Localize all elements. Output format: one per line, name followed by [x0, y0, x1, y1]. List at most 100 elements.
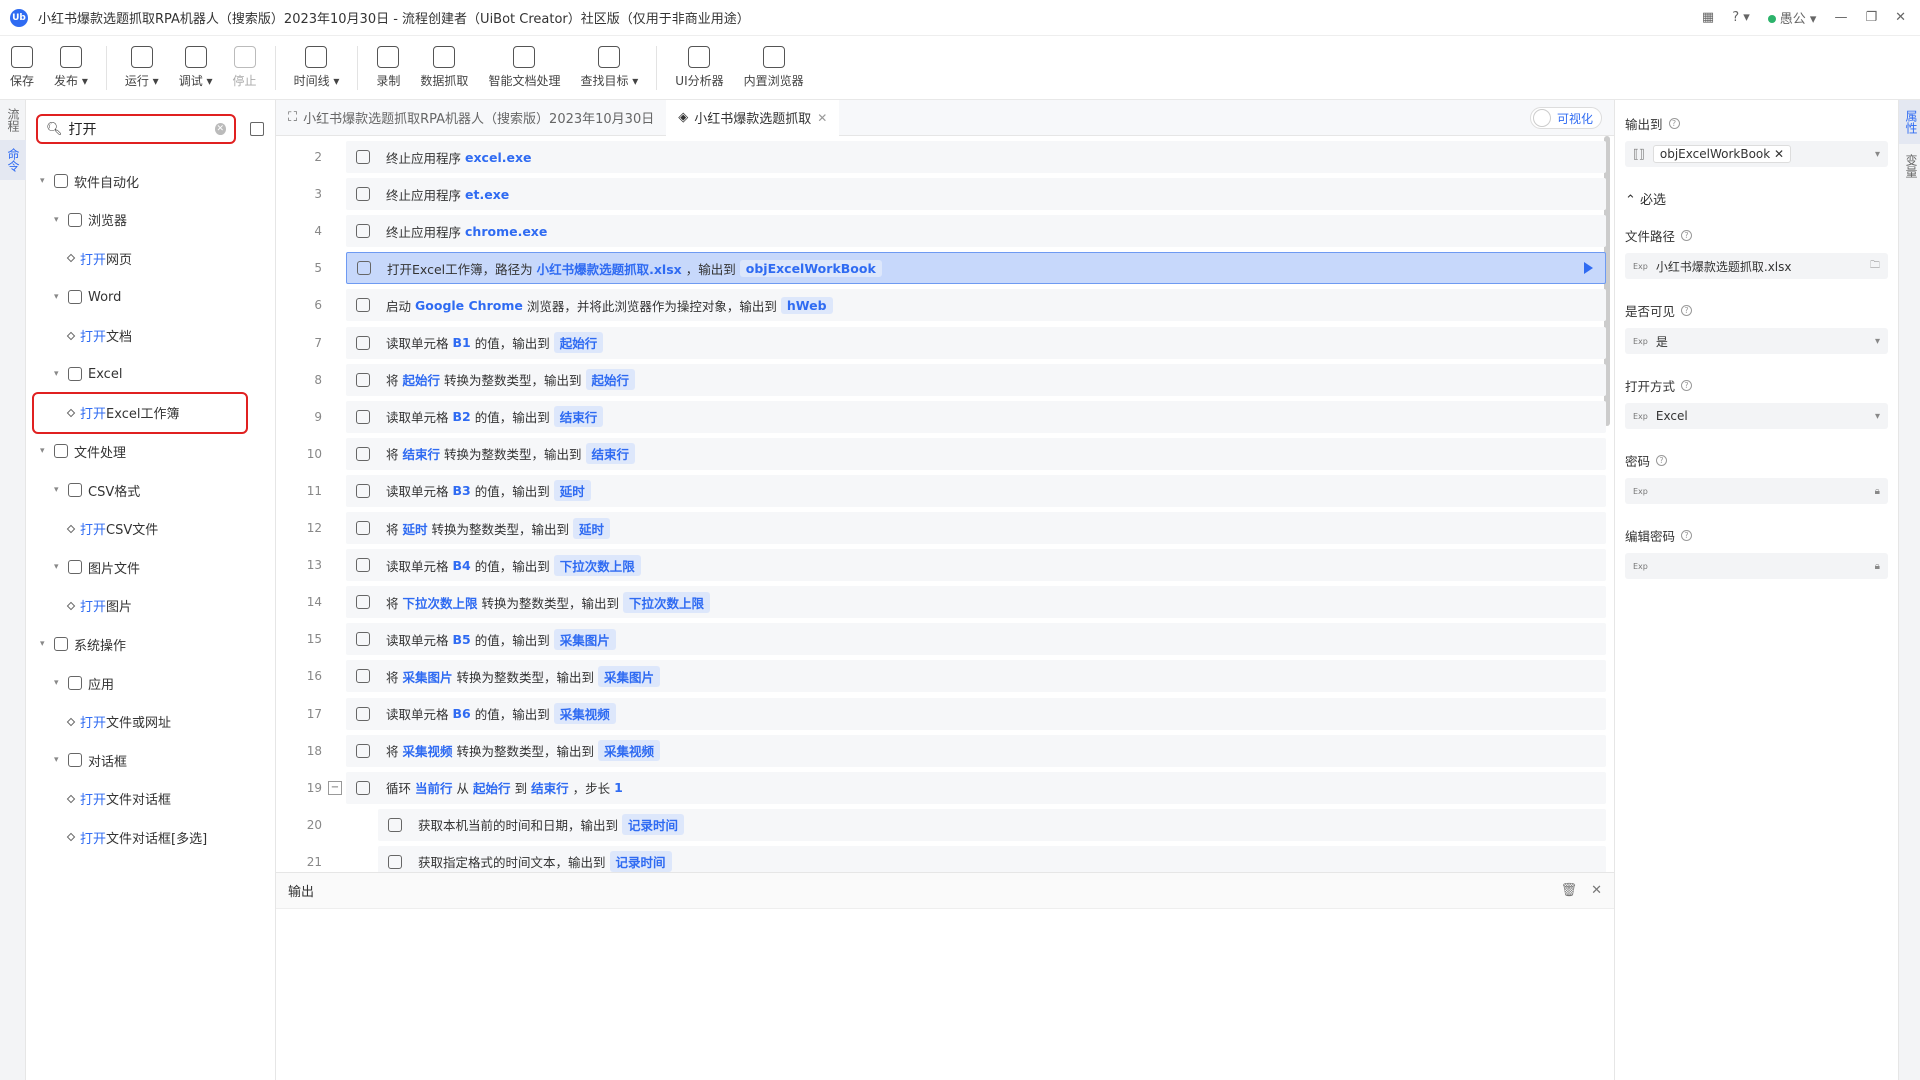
close-icon[interactable]: ✕	[1591, 883, 1602, 898]
data-scrape-button[interactable]: 数据抓取	[410, 38, 478, 98]
statement-param[interactable]: 结束行	[531, 778, 569, 797]
minimize-button[interactable]: —	[1834, 10, 1847, 25]
tree-category[interactable]: ▾ 系统操作	[26, 625, 276, 664]
close-tab-icon[interactable]: ✕	[817, 111, 827, 125]
tab-variables[interactable]: 变量	[1899, 144, 1920, 188]
clear-search-icon[interactable]: ✕	[214, 123, 226, 135]
flow-line[interactable]: 14 将下拉次数上限 转换为整数类型，输出到 下拉次数上限	[276, 585, 1606, 619]
edit-password-field[interactable]: Exp 🔒︎	[1625, 553, 1888, 579]
statement-block[interactable]: 将采集视频 转换为整数类型，输出到 采集视频	[346, 734, 1606, 767]
command-item[interactable]: 打开 CSV文件	[26, 509, 276, 548]
chevron-down-icon[interactable]: ▾	[40, 446, 54, 456]
flow-line[interactable]: 12 将延时 转换为整数类型，输出到 延时	[276, 511, 1606, 545]
user-menu[interactable]: 愚公 ▾	[1767, 8, 1816, 27]
statement-param[interactable]: 小红书爆款选题抓取.xlsx	[537, 259, 682, 278]
statement-param[interactable]: 当前行	[415, 778, 453, 797]
output-variable[interactable]: 结束行	[585, 443, 636, 465]
lock-icon[interactable]: 🔒︎	[1875, 486, 1880, 497]
flow-line[interactable]: 4 终止应用程序 chrome.exe	[276, 214, 1606, 248]
statement-block[interactable]: 终止应用程序 chrome.exe	[346, 215, 1606, 248]
output-variable[interactable]: 下拉次数上限	[623, 591, 711, 613]
help-icon[interactable]: ?	[1681, 380, 1693, 391]
flow-line[interactable]: 7 读取单元格 B1 的值，输出到 起始行	[276, 326, 1606, 360]
lock-icon[interactable]: 🔒︎	[1875, 561, 1880, 572]
flow-line[interactable]: 5 打开Excel工作簿，路径为 小红书爆款选题抓取.xlsx ，输出到 objExce…	[276, 251, 1606, 285]
statement-param[interactable]: chrome.exe	[465, 224, 547, 239]
statement-block[interactable]: 读取单元格 B3 的值，输出到 延时	[346, 474, 1606, 507]
statement-block[interactable]: 读取单元格 B2 的值，输出到 结束行	[346, 400, 1606, 433]
stop-button[interactable]: 停止	[223, 38, 267, 98]
chevron-down-icon[interactable]: ▾	[54, 678, 68, 688]
chevron-down-icon[interactable]: ▾	[40, 639, 54, 649]
help-icon[interactable]: ?	[1656, 455, 1668, 466]
output-variable[interactable]: hWeb	[780, 296, 833, 314]
flow-line[interactable]: 15 读取单元格 B5 的值，输出到 采集图片	[276, 622, 1606, 656]
tree-category[interactable]: ▾ 图片文件	[26, 548, 276, 587]
statement-block[interactable]: 读取单元格 B1 的值，输出到 起始行	[346, 326, 1606, 359]
statement-block[interactable]: 将延时 转换为整数类型，输出到 延时	[346, 512, 1606, 544]
statement-block[interactable]: 获取指定格式的时间文本，输出到 记录时间	[378, 845, 1606, 872]
tree-category[interactable]: ▾ Excel	[26, 355, 276, 394]
output-variable[interactable]: objExcelWorkBook	[739, 259, 882, 277]
statement-param[interactable]: 采集图片	[403, 667, 453, 686]
visible-select[interactable]: Exp 是 ▾	[1625, 328, 1888, 354]
flow-line[interactable]: 19− 循环 当前行从起始行到结束行 ，步长 1	[276, 771, 1606, 805]
statement-param[interactable]: 延时	[403, 519, 428, 538]
visualize-toggle[interactable]: 可视化	[1529, 107, 1602, 129]
output-variable[interactable]: 延时	[553, 480, 591, 502]
statement-block[interactable]: 打开Excel工作簿，路径为 小红书爆款选题抓取.xlsx ，输出到 objExcel…	[346, 252, 1606, 285]
tree-category[interactable]: ▾ 软件自动化	[26, 162, 276, 201]
ai-doc-button[interactable]: 智能文档处理	[478, 38, 570, 98]
tree-category[interactable]: ▾ 文件处理	[26, 432, 276, 471]
statement-param[interactable]: B1	[453, 335, 471, 350]
output-variable[interactable]: 记录时间	[609, 851, 672, 872]
flow-line[interactable]: 10 将结束行 转换为整数类型，输出到 结束行	[276, 437, 1606, 471]
statement-block[interactable]: 读取单元格 B6 的值，输出到 采集视频	[346, 697, 1606, 730]
statement-param[interactable]: B4	[453, 558, 471, 573]
statement-block[interactable]: 读取单元格 B5 的值，输出到 采集图片	[346, 623, 1606, 656]
statement-block[interactable]: 将结束行 转换为整数类型，输出到 结束行	[346, 437, 1606, 470]
statement-block[interactable]: 读取单元格 B4 的值，输出到 下拉次数上限	[346, 549, 1606, 582]
chevron-down-icon[interactable]: ▾	[54, 215, 68, 225]
chevron-down-icon[interactable]: ▾	[54, 562, 68, 572]
ui-analyzer-button[interactable]: UI分析器	[665, 38, 733, 98]
chevron-down-icon[interactable]: ▾	[1875, 336, 1880, 347]
statement-param[interactable]: 1	[614, 780, 623, 795]
command-item[interactable]: 打开 文件或网址	[26, 702, 276, 741]
run-button[interactable]: 运行 ▾	[115, 38, 169, 98]
close-button[interactable]: ✕	[1895, 10, 1906, 25]
file-path-field[interactable]: Exp 小红书爆款选题抓取.xlsx 🗀︎	[1625, 253, 1888, 279]
command-item[interactable]: 打开 文档	[26, 316, 276, 355]
statement-param[interactable]: B5	[453, 632, 471, 647]
restore-button[interactable]: ❐	[1865, 10, 1877, 25]
statement-block[interactable]: 终止应用程序 excel.exe	[346, 141, 1606, 173]
output-variable[interactable]: 采集视频	[553, 703, 616, 724]
collapse-block-icon[interactable]: −	[328, 780, 342, 795]
flow-line[interactable]: 6 启动 Google Chrome 浏览器，并将此浏览器作为操控对象，输出到 hWeb	[276, 288, 1606, 322]
command-item[interactable]: 打开 文件对话框[多选]	[26, 818, 276, 857]
output-to-field[interactable]: ⟦⟧ objExcelWorkBook ✕ ▾	[1625, 141, 1888, 167]
output-variable[interactable]: 下拉次数上限	[553, 554, 641, 576]
help-icon[interactable]: ?	[1681, 305, 1693, 316]
find-target-button[interactable]: 查找目标 ▾	[570, 38, 648, 98]
output-variable[interactable]: 起始行	[553, 332, 604, 353]
command-item[interactable]: 打开 网页	[26, 239, 276, 278]
flow-line[interactable]: 16 将采集图片 转换为整数类型，输出到 采集图片	[276, 659, 1606, 693]
flow-line[interactable]: 8 将起始行 转换为整数类型，输出到 起始行	[276, 363, 1606, 397]
statement-param[interactable]: B6	[453, 706, 471, 721]
statement-block[interactable]: 循环 当前行从起始行到结束行 ，步长 1	[346, 771, 1606, 804]
chevron-down-icon[interactable]: ▾	[54, 369, 68, 379]
layout-icon[interactable]: ▦	[1702, 10, 1714, 25]
password-field[interactable]: Exp 🔒︎	[1625, 478, 1888, 504]
flow-line[interactable]: 11 读取单元格 B3 的值，输出到 延时	[276, 474, 1606, 508]
statement-block[interactable]: 获取本机当前的时间和日期，输出到 记录时间	[378, 808, 1606, 841]
debug-button[interactable]: 调试 ▾	[169, 38, 223, 98]
chevron-down-icon[interactable]: ▾	[54, 292, 68, 302]
statement-block[interactable]: 将采集图片 转换为整数类型，输出到 采集图片	[346, 660, 1606, 693]
command-search-input[interactable]	[68, 121, 209, 137]
trash-icon[interactable]: 🗑︎	[1561, 883, 1578, 898]
tree-category[interactable]: ▾ CSV格式	[26, 471, 276, 510]
output-variable[interactable]: 起始行	[585, 369, 636, 391]
output-variable[interactable]: 采集视频	[598, 740, 661, 762]
output-variable[interactable]: 采集图片	[598, 665, 661, 687]
